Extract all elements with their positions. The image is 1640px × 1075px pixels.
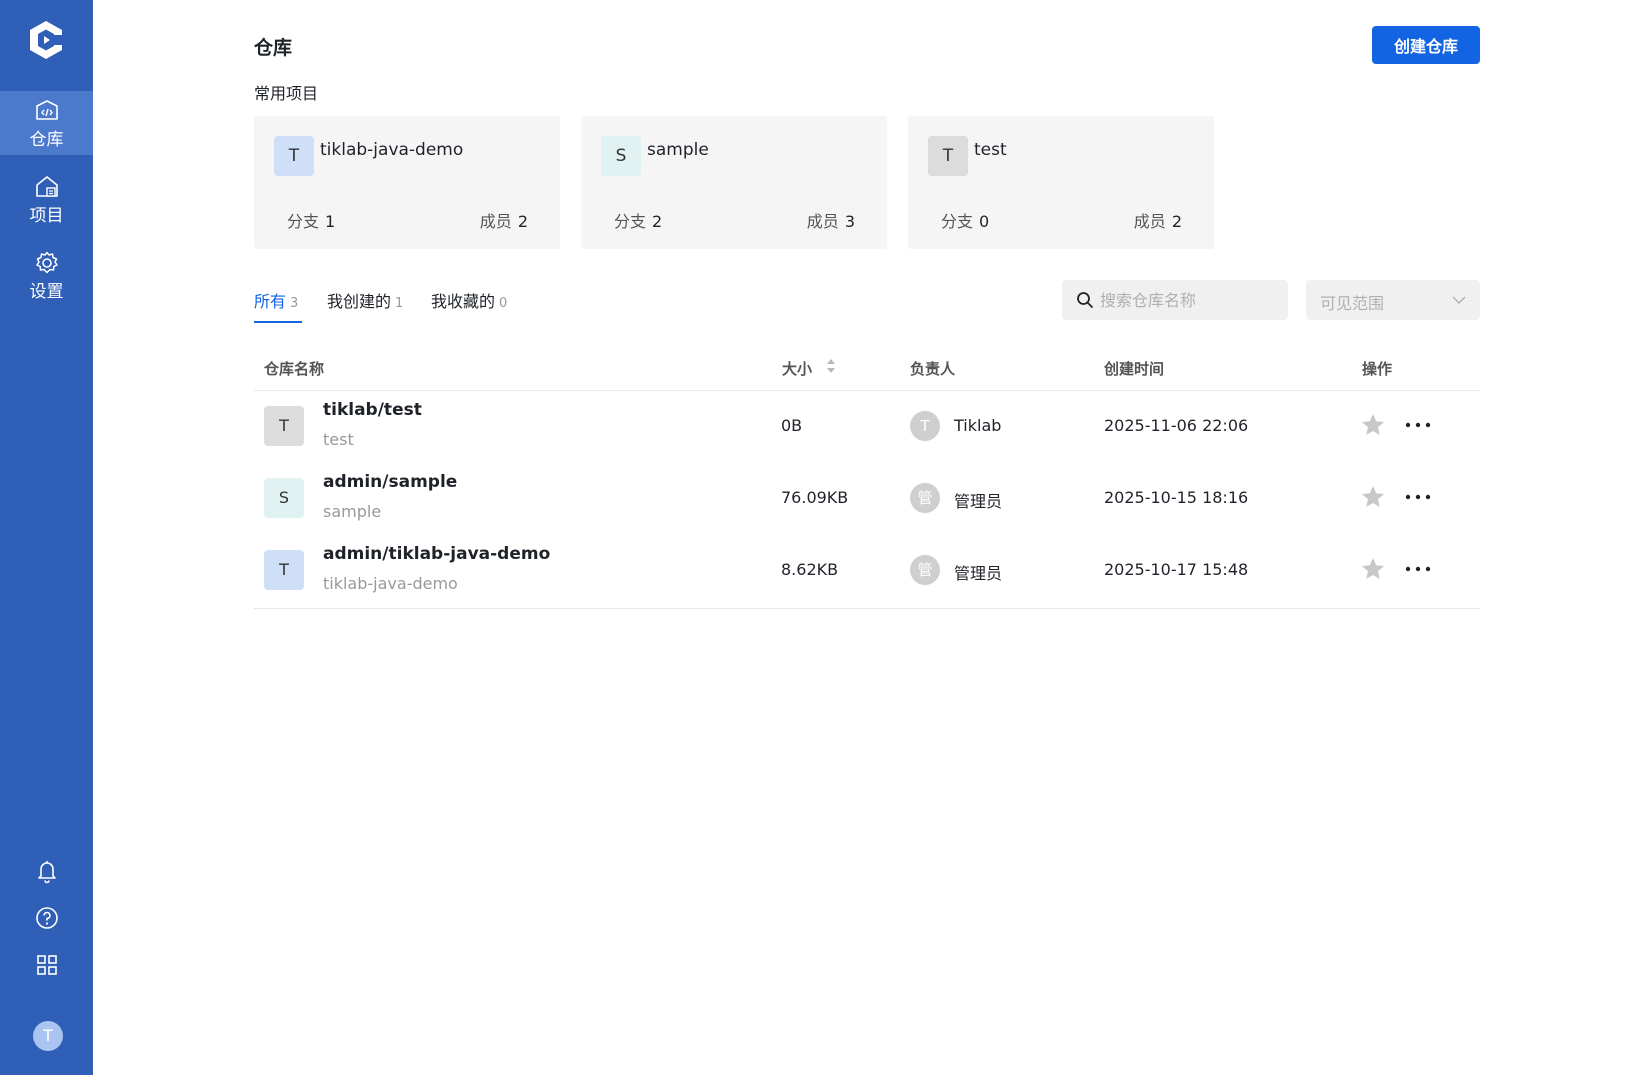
repo-avatar: T	[264, 406, 304, 446]
search-icon	[1077, 292, 1093, 308]
more-options-icon[interactable]	[1404, 486, 1432, 508]
branch-count: 1	[325, 212, 336, 231]
gear-icon	[36, 251, 58, 274]
user-avatar[interactable]: T	[33, 1021, 63, 1051]
project-branches: 分支 0	[941, 208, 989, 232]
member-label: 成员	[479, 212, 512, 231]
project-name: test	[974, 140, 1007, 160]
tab-label: 所有	[254, 292, 287, 311]
repo-description: tiklab-java-demo	[323, 574, 458, 593]
branch-count: 2	[652, 212, 663, 231]
repo-name[interactable]: admin/tiklab-java-demo	[323, 544, 550, 564]
project-members: 成员 2	[480, 208, 528, 232]
scope-label: 可见范围	[1320, 294, 1385, 313]
branch-label: 分支	[941, 212, 974, 231]
help-icon[interactable]	[34, 905, 60, 931]
column-header-actions: 操作	[1362, 360, 1393, 378]
sidebar-item-label: 项目	[29, 206, 64, 226]
member-count: 3	[844, 212, 855, 231]
sidebar-item-settings[interactable]: 设置	[0, 243, 93, 307]
star-icon[interactable]	[1360, 412, 1386, 438]
sort-icon[interactable]	[826, 357, 836, 375]
repo-avatar: T	[264, 550, 304, 590]
repo-size: 8.62KB	[781, 560, 839, 579]
project-name: sample	[647, 140, 709, 160]
column-header-created-time: 创建时间	[1104, 360, 1165, 378]
frequent-projects-title: 常用项目	[254, 84, 319, 103]
member-label: 成员	[806, 212, 839, 231]
project-members: 成员 3	[807, 208, 855, 232]
visibility-scope-select[interactable]: 可见范围	[1306, 280, 1480, 320]
repository-icon	[36, 100, 58, 120]
repo-size: 0B	[781, 416, 803, 435]
project-name: tiklab-java-demo	[320, 140, 464, 160]
repo-avatar: S	[264, 478, 304, 518]
more-options-icon[interactable]	[1404, 414, 1432, 436]
created-time: 2025-11-06 22:06	[1104, 416, 1249, 435]
branch-count: 0	[979, 212, 990, 231]
created-time: 2025-10-15 18:16	[1104, 488, 1249, 507]
column-header-owner: 负责人	[910, 360, 956, 378]
bell-icon[interactable]	[34, 858, 60, 884]
repo-description: test	[323, 430, 354, 449]
project-card-sample[interactable]: S sample 分支 2 成员 3	[581, 116, 887, 249]
column-header-name: 仓库名称	[264, 360, 325, 378]
repo-size: 76.09KB	[781, 488, 849, 507]
repo-name[interactable]: admin/sample	[323, 472, 457, 492]
more-options-icon[interactable]	[1404, 558, 1432, 580]
tab-favorites[interactable]: 我收藏的 0	[431, 288, 507, 312]
create-repository-button[interactable]: 创建仓库	[1372, 26, 1480, 64]
owner-name: 管理员	[954, 564, 1003, 583]
sidebar-item-label: 仓库	[29, 130, 64, 150]
tab-count: 0	[499, 296, 508, 311]
search-box	[1062, 280, 1288, 320]
table-row[interactable]: T admin/tiklab-java-demo tiklab-java-dem…	[254, 536, 1480, 608]
star-icon[interactable]	[1360, 484, 1386, 510]
tab-count: 3	[290, 296, 299, 311]
created-time: 2025-10-17 15:48	[1104, 560, 1249, 579]
apps-grid-icon[interactable]	[34, 952, 60, 978]
owner-name: 管理员	[954, 492, 1003, 511]
sidebar: 仓库 项目 设置 T	[0, 0, 93, 1075]
owner-avatar: T	[910, 411, 940, 441]
table-row[interactable]: T tiklab/test test 0B T Tiklab 2025-11-0…	[254, 392, 1480, 464]
chevron-down-icon	[1452, 296, 1466, 304]
owner-avatar: 管	[910, 555, 940, 585]
sidebar-item-label: 设置	[29, 282, 64, 302]
project-members: 成员 2	[1134, 208, 1182, 232]
star-icon[interactable]	[1360, 556, 1386, 582]
page-title: 仓库	[254, 37, 293, 59]
repo-description: sample	[323, 502, 382, 521]
table-bottom-divider	[254, 608, 1480, 609]
tab-active-indicator	[254, 321, 302, 323]
logo-icon[interactable]	[26, 19, 66, 61]
branch-label: 分支	[287, 212, 320, 231]
project-icon	[36, 176, 58, 197]
member-count: 2	[1171, 212, 1182, 231]
tab-label: 我收藏的	[431, 292, 496, 311]
tab-count: 1	[395, 296, 404, 311]
tab-label: 我创建的	[327, 292, 392, 311]
tab-created-by-me[interactable]: 我创建的 1	[327, 288, 403, 312]
search-input[interactable]	[1100, 280, 1280, 320]
owner-avatar: 管	[910, 483, 940, 513]
repo-name[interactable]: tiklab/test	[323, 400, 422, 420]
project-card-test[interactable]: T test 分支 0 成员 2	[908, 116, 1214, 249]
branch-label: 分支	[614, 212, 647, 231]
tab-all[interactable]: 所有 3	[254, 288, 298, 312]
project-avatar: T	[274, 136, 314, 176]
sidebar-item-repository[interactable]: 仓库	[0, 91, 93, 155]
table-header-divider	[254, 390, 1480, 391]
project-branches: 分支 2	[614, 208, 662, 232]
column-header-size[interactable]: 大小	[782, 358, 812, 379]
sidebar-item-project[interactable]: 项目	[0, 167, 93, 231]
table-row[interactable]: S admin/sample sample 76.09KB 管 管理员 2025…	[254, 464, 1480, 536]
owner-name: Tiklab	[954, 416, 1002, 435]
member-count: 2	[517, 212, 528, 231]
project-card-tiklab-java-demo[interactable]: T tiklab-java-demo 分支 1 成员 2	[254, 116, 560, 249]
member-label: 成员	[1133, 212, 1166, 231]
project-avatar: T	[928, 136, 968, 176]
project-branches: 分支 1	[287, 208, 335, 232]
project-avatar: S	[601, 136, 641, 176]
